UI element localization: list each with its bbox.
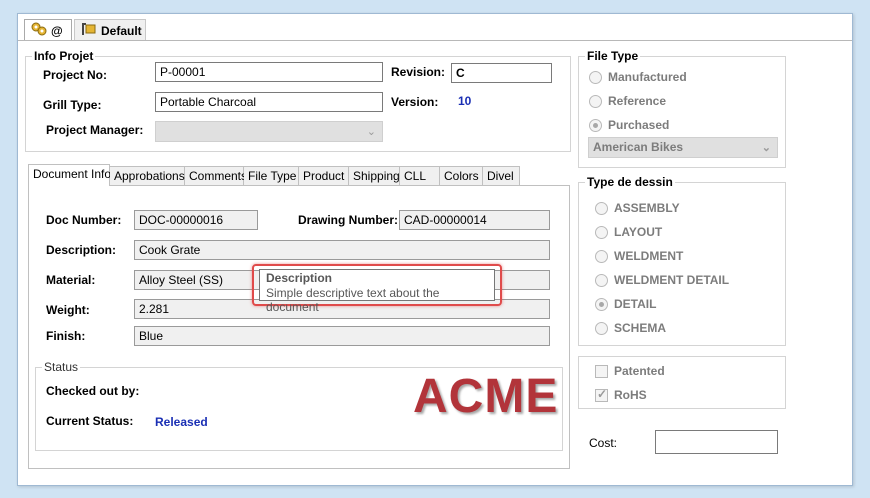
project-no-label: Project No:: [43, 68, 108, 82]
current-status-value: Released: [155, 415, 208, 429]
description-tooltip: Description Simple descriptive text abou…: [259, 269, 495, 314]
radio-button: [595, 225, 608, 239]
radio-weldment-detail-label: WELDMENT DETAIL: [614, 273, 730, 287]
radio-layout-label: LAYOUT: [614, 225, 663, 239]
chevron-down-icon: ⌄: [761, 142, 771, 154]
grill-type-field[interactable]: Portable Charcoal: [155, 92, 383, 112]
radio-detail[interactable]: DETAIL: [595, 297, 656, 311]
grill-type-label: Grill Type:: [43, 98, 102, 112]
finish-label: Finish:: [46, 329, 86, 343]
tab-gears-label: @: [51, 23, 63, 38]
rohs-checkbox[interactable]: RoHS: [595, 387, 647, 402]
radio-assembly-label: ASSEMBLY: [614, 201, 680, 215]
checkbox-checked: [595, 387, 608, 402]
radio-button: [589, 94, 602, 108]
patented-label: Patented: [614, 364, 665, 378]
finish-field[interactable]: Blue: [134, 326, 550, 346]
revision-field[interactable]: C: [451, 63, 552, 83]
weight-label: Weight:: [46, 303, 90, 317]
radio-button: [595, 201, 608, 215]
material-label: Material:: [46, 273, 96, 287]
description-field[interactable]: Cook Grate: [134, 240, 550, 260]
description-label: Description:: [46, 243, 117, 257]
tab-cll[interactable]: CLL: [400, 166, 440, 186]
tab-product[interactable]: Product: [299, 166, 349, 186]
radio-button: [595, 249, 608, 263]
tab-shipping[interactable]: Shipping: [349, 166, 400, 186]
tab-document-info[interactable]: Document Info: [28, 164, 111, 186]
tooltip-text: Simple descriptive text about the docume…: [266, 286, 440, 314]
radio-button: [595, 273, 608, 287]
vendor-select[interactable]: American Bikes ⌄: [588, 137, 778, 158]
radio-schema[interactable]: SCHEMA: [595, 321, 666, 335]
config-icon: [81, 22, 97, 39]
radio-button-checked: [595, 297, 608, 311]
radio-purchased-label: Purchased: [608, 118, 670, 132]
tab-file-type[interactable]: File Type: [244, 166, 299, 186]
tab-gears[interactable]: @: [24, 19, 72, 41]
project-no-field[interactable]: P-00001: [155, 62, 383, 82]
property-tab-window: @ Default Info Projet Project No: P-0000…: [17, 13, 853, 486]
drawing-number-label: Drawing Number:: [298, 213, 399, 227]
radio-schema-label: SCHEMA: [614, 321, 667, 335]
document-tabstrip: Document Info Approbations Comments File…: [28, 164, 520, 186]
radio-button: [589, 70, 602, 84]
patented-checkbox[interactable]: Patented: [595, 364, 665, 378]
tab-panel-top-border: [110, 185, 570, 186]
project-manager-label: Project Manager:: [46, 123, 144, 137]
radio-manufactured-label: Manufactured: [608, 70, 687, 84]
cost-label: Cost:: [589, 436, 618, 450]
tabstrip-divider: [18, 40, 852, 41]
tab-colors[interactable]: Colors: [440, 166, 483, 186]
radio-weldment-label: WELDMENT: [614, 249, 684, 263]
radio-purchased[interactable]: Purchased: [589, 118, 669, 132]
radio-weldment-detail[interactable]: WELDMENT DETAIL: [595, 273, 729, 287]
revision-label: Revision:: [391, 65, 446, 79]
radio-layout[interactable]: LAYOUT: [595, 225, 662, 239]
file-type-title: File Type: [585, 49, 641, 63]
type-de-dessin-title: Type de dessin: [585, 175, 675, 189]
tab-default-label: Default: [101, 23, 142, 38]
tab-approbations[interactable]: Approbations: [110, 166, 185, 186]
checked-out-label: Checked out by:: [46, 384, 140, 398]
doc-number-field[interactable]: DOC-00000016: [134, 210, 258, 230]
gears-icon: [31, 22, 47, 39]
tab-default[interactable]: Default: [74, 19, 146, 41]
radio-button-checked: [589, 118, 602, 132]
cost-field[interactable]: [655, 430, 778, 454]
drawing-number-field[interactable]: CAD-00000014: [399, 210, 550, 230]
radio-button: [595, 321, 608, 335]
project-manager-select[interactable]: ⌄: [155, 121, 383, 142]
radio-manufactured[interactable]: Manufactured: [589, 70, 687, 84]
tooltip-title: Description: [266, 271, 333, 285]
description-tooltip-highlight: Description Simple descriptive text abou…: [252, 264, 502, 314]
current-status-label: Current Status:: [46, 414, 134, 428]
checkbox: [595, 364, 608, 378]
radio-assembly[interactable]: ASSEMBLY: [595, 201, 680, 215]
radio-weldment[interactable]: WELDMENT: [595, 249, 683, 263]
vendor-value: American Bikes: [593, 140, 684, 154]
chevron-down-icon: ⌄: [366, 126, 376, 138]
tab-divel[interactable]: Divel: [483, 166, 520, 186]
radio-reference[interactable]: Reference: [589, 94, 666, 108]
radio-detail-label: DETAIL: [614, 297, 657, 311]
doc-number-label: Doc Number:: [46, 213, 122, 227]
tab-comments[interactable]: Comments: [185, 166, 247, 186]
info-projet-title: Info Projet: [32, 49, 96, 63]
status-title: Status: [42, 360, 81, 374]
acme-logo: ACME: [413, 370, 559, 423]
version-label: Version:: [391, 95, 439, 109]
version-value: 10: [458, 94, 472, 108]
rohs-label: RoHS: [614, 388, 647, 402]
radio-reference-label: Reference: [608, 94, 667, 108]
